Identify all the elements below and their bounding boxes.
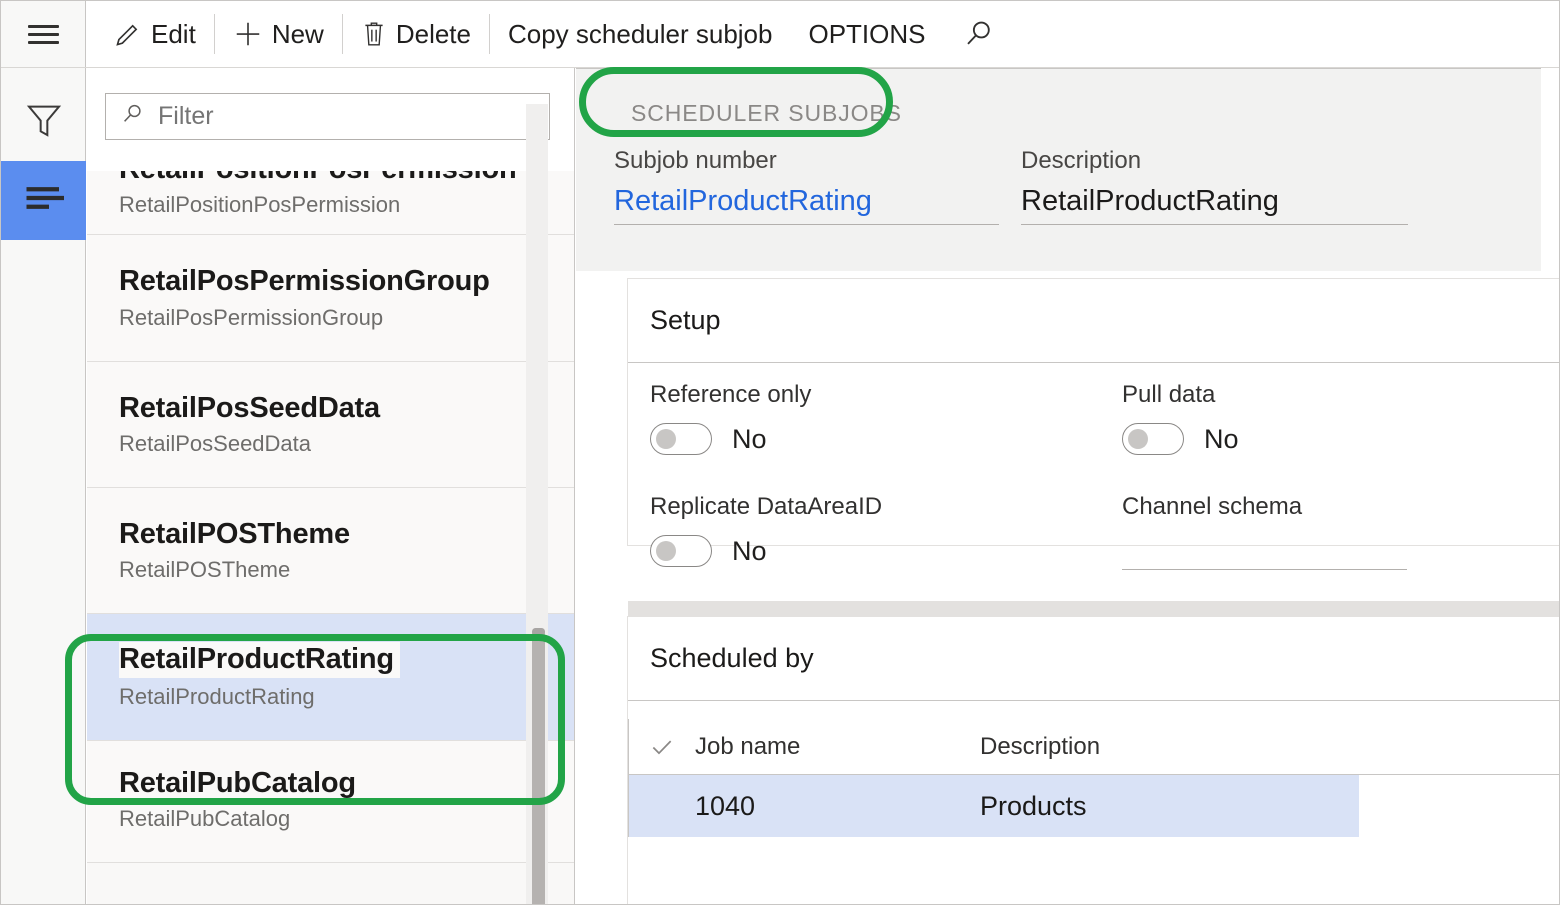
delete-label: Delete [396,19,471,50]
list-item[interactable]: RetailPubCatalog RetailPubCatalog [87,741,575,863]
hamburger-icon [28,20,59,49]
card-gap-band [628,601,1560,617]
replicate-dataareaid-label: Replicate DataAreaID [650,493,882,521]
funnel-icon [24,100,64,145]
reference-only-toggle[interactable] [650,423,712,455]
list-item-subtitle: RetailPubCatalog [119,806,555,832]
pull-data-value: No [1204,424,1239,455]
toolbar-actions: Edit New Delete [86,1,1559,67]
channel-schema-field: Channel schema [1122,493,1407,570]
detail-header: SCHEDULER SUBJOBS Subjob number RetailPr… [576,68,1541,271]
replicate-dataareaid-value: No [732,536,767,567]
options-label: OPTIONS [808,19,925,50]
reference-only-value: No [732,424,767,455]
page-title: SCHEDULER SUBJOBS [631,100,902,127]
list-item[interactable]: RetailPosSeedData RetailPosSeedData [87,362,575,488]
setup-title: Setup [628,279,1560,363]
toolbar-search-button[interactable] [944,1,1012,67]
grid-rows: 1040 Products [628,775,1560,837]
subjob-number-field: Subjob number RetailProductRating [614,147,999,225]
column-header-description[interactable]: Description [980,733,1100,761]
setup-card: Setup Reference only No Pull data No Rep… [628,279,1560,545]
subjob-number-label: Subjob number [614,147,999,175]
list-item-title: RetailProductRating [119,642,400,677]
copy-scheduler-subjob-button[interactable]: Copy scheduler subjob [490,1,791,67]
list-item-retailproductrating[interactable]: RetailProductRating RetailProductRating [87,614,575,740]
select-all-checkmark-icon[interactable] [629,734,695,760]
cell-job-name: 1040 [695,791,980,822]
list-item-subtitle: RetailPositionPosPermission [119,192,555,218]
options-button[interactable]: OPTIONS [790,1,943,67]
list-scrollbar-thumb[interactable] [532,631,545,905]
description-field: Description RetailProductRating [1021,147,1408,225]
list-item-title: RetailPosSeedData [119,392,555,425]
description-label: Description [1021,147,1408,175]
copy-scheduler-subjob-label: Copy scheduler subjob [508,19,773,50]
search-icon [962,18,994,50]
channel-schema-input[interactable] [1122,569,1407,570]
list-item-subtitle: RetailPosPermissionGroup [119,305,555,331]
new-label: New [272,19,324,50]
replicate-dataareaid-field: Replicate DataAreaID No [650,493,882,567]
grid-header: Job name Description [628,719,1560,775]
list-item[interactable]: RetailPOSTheme RetailPOSTheme [87,488,575,614]
description-value[interactable]: RetailProductRating [1021,185,1408,225]
left-rail [1,68,86,905]
detail-panel: SCHEDULER SUBJOBS Subjob number RetailPr… [576,68,1560,905]
subjob-list[interactable]: RetailPositionPosPermission RetailPositi… [87,171,575,905]
reference-only-field: Reference only No [650,381,811,455]
table-row[interactable]: 1040 Products [629,775,1359,837]
pull-data-toggle[interactable] [1122,423,1184,455]
list-item-subtitle: RetailPosSeedData [119,431,555,457]
scheduled-by-title: Scheduled by [628,617,1560,701]
channel-schema-label: Channel schema [1122,493,1407,521]
pull-data-field: Pull data No [1122,381,1239,455]
plus-icon [233,19,263,49]
trash-icon [361,20,387,48]
pull-data-label: Pull data [1122,381,1239,409]
list-item-title: RetailPOSTheme [119,518,555,551]
app-window: Edit New Delete [0,0,1560,905]
delete-button[interactable]: Delete [343,1,489,67]
rail-filter-button[interactable] [1,83,86,161]
edit-button[interactable]: Edit [96,1,214,67]
filter-container [87,68,574,154]
search-icon [120,102,144,131]
column-header-job-name[interactable]: Job name [695,733,980,761]
list-item-title: RetailPubCatalog [119,767,555,800]
list-item-title: RetailPosPermissionGroup [119,265,555,298]
cell-description: Products [980,791,1087,822]
filter-box[interactable] [105,93,550,140]
filter-input[interactable] [156,101,535,132]
replicate-dataareaid-toggle[interactable] [650,535,712,567]
list-item-subtitle: RetailPOSTheme [119,557,555,583]
toolbar: Edit New Delete [1,1,1559,68]
list-pane: RetailPositionPosPermission RetailPositi… [87,68,575,905]
pencil-icon [114,20,142,48]
list-scrollbar-thumb-cap[interactable] [532,628,545,635]
list-item-title: RetailPositionPosPermission [119,171,555,186]
scheduled-by-card: Scheduled by Job name Description 1040 [628,617,1560,905]
list-item[interactable]: RetailPosPermissionGroup RetailPosPermis… [87,235,575,361]
list-item[interactable]: RetailPositionPosPermission RetailPositi… [87,171,575,235]
hamburger-menu-button[interactable] [1,1,86,67]
reference-only-label: Reference only [650,381,811,409]
rail-list-button[interactable] [1,161,86,240]
new-button[interactable]: New [215,1,342,67]
list-item-subtitle: RetailProductRating [119,684,555,710]
edit-label: Edit [151,19,196,50]
subjob-number-value[interactable]: RetailProductRating [614,185,999,225]
list-lines-icon [24,184,64,217]
scheduled-by-grid: Job name Description 1040 Products [628,719,1560,837]
